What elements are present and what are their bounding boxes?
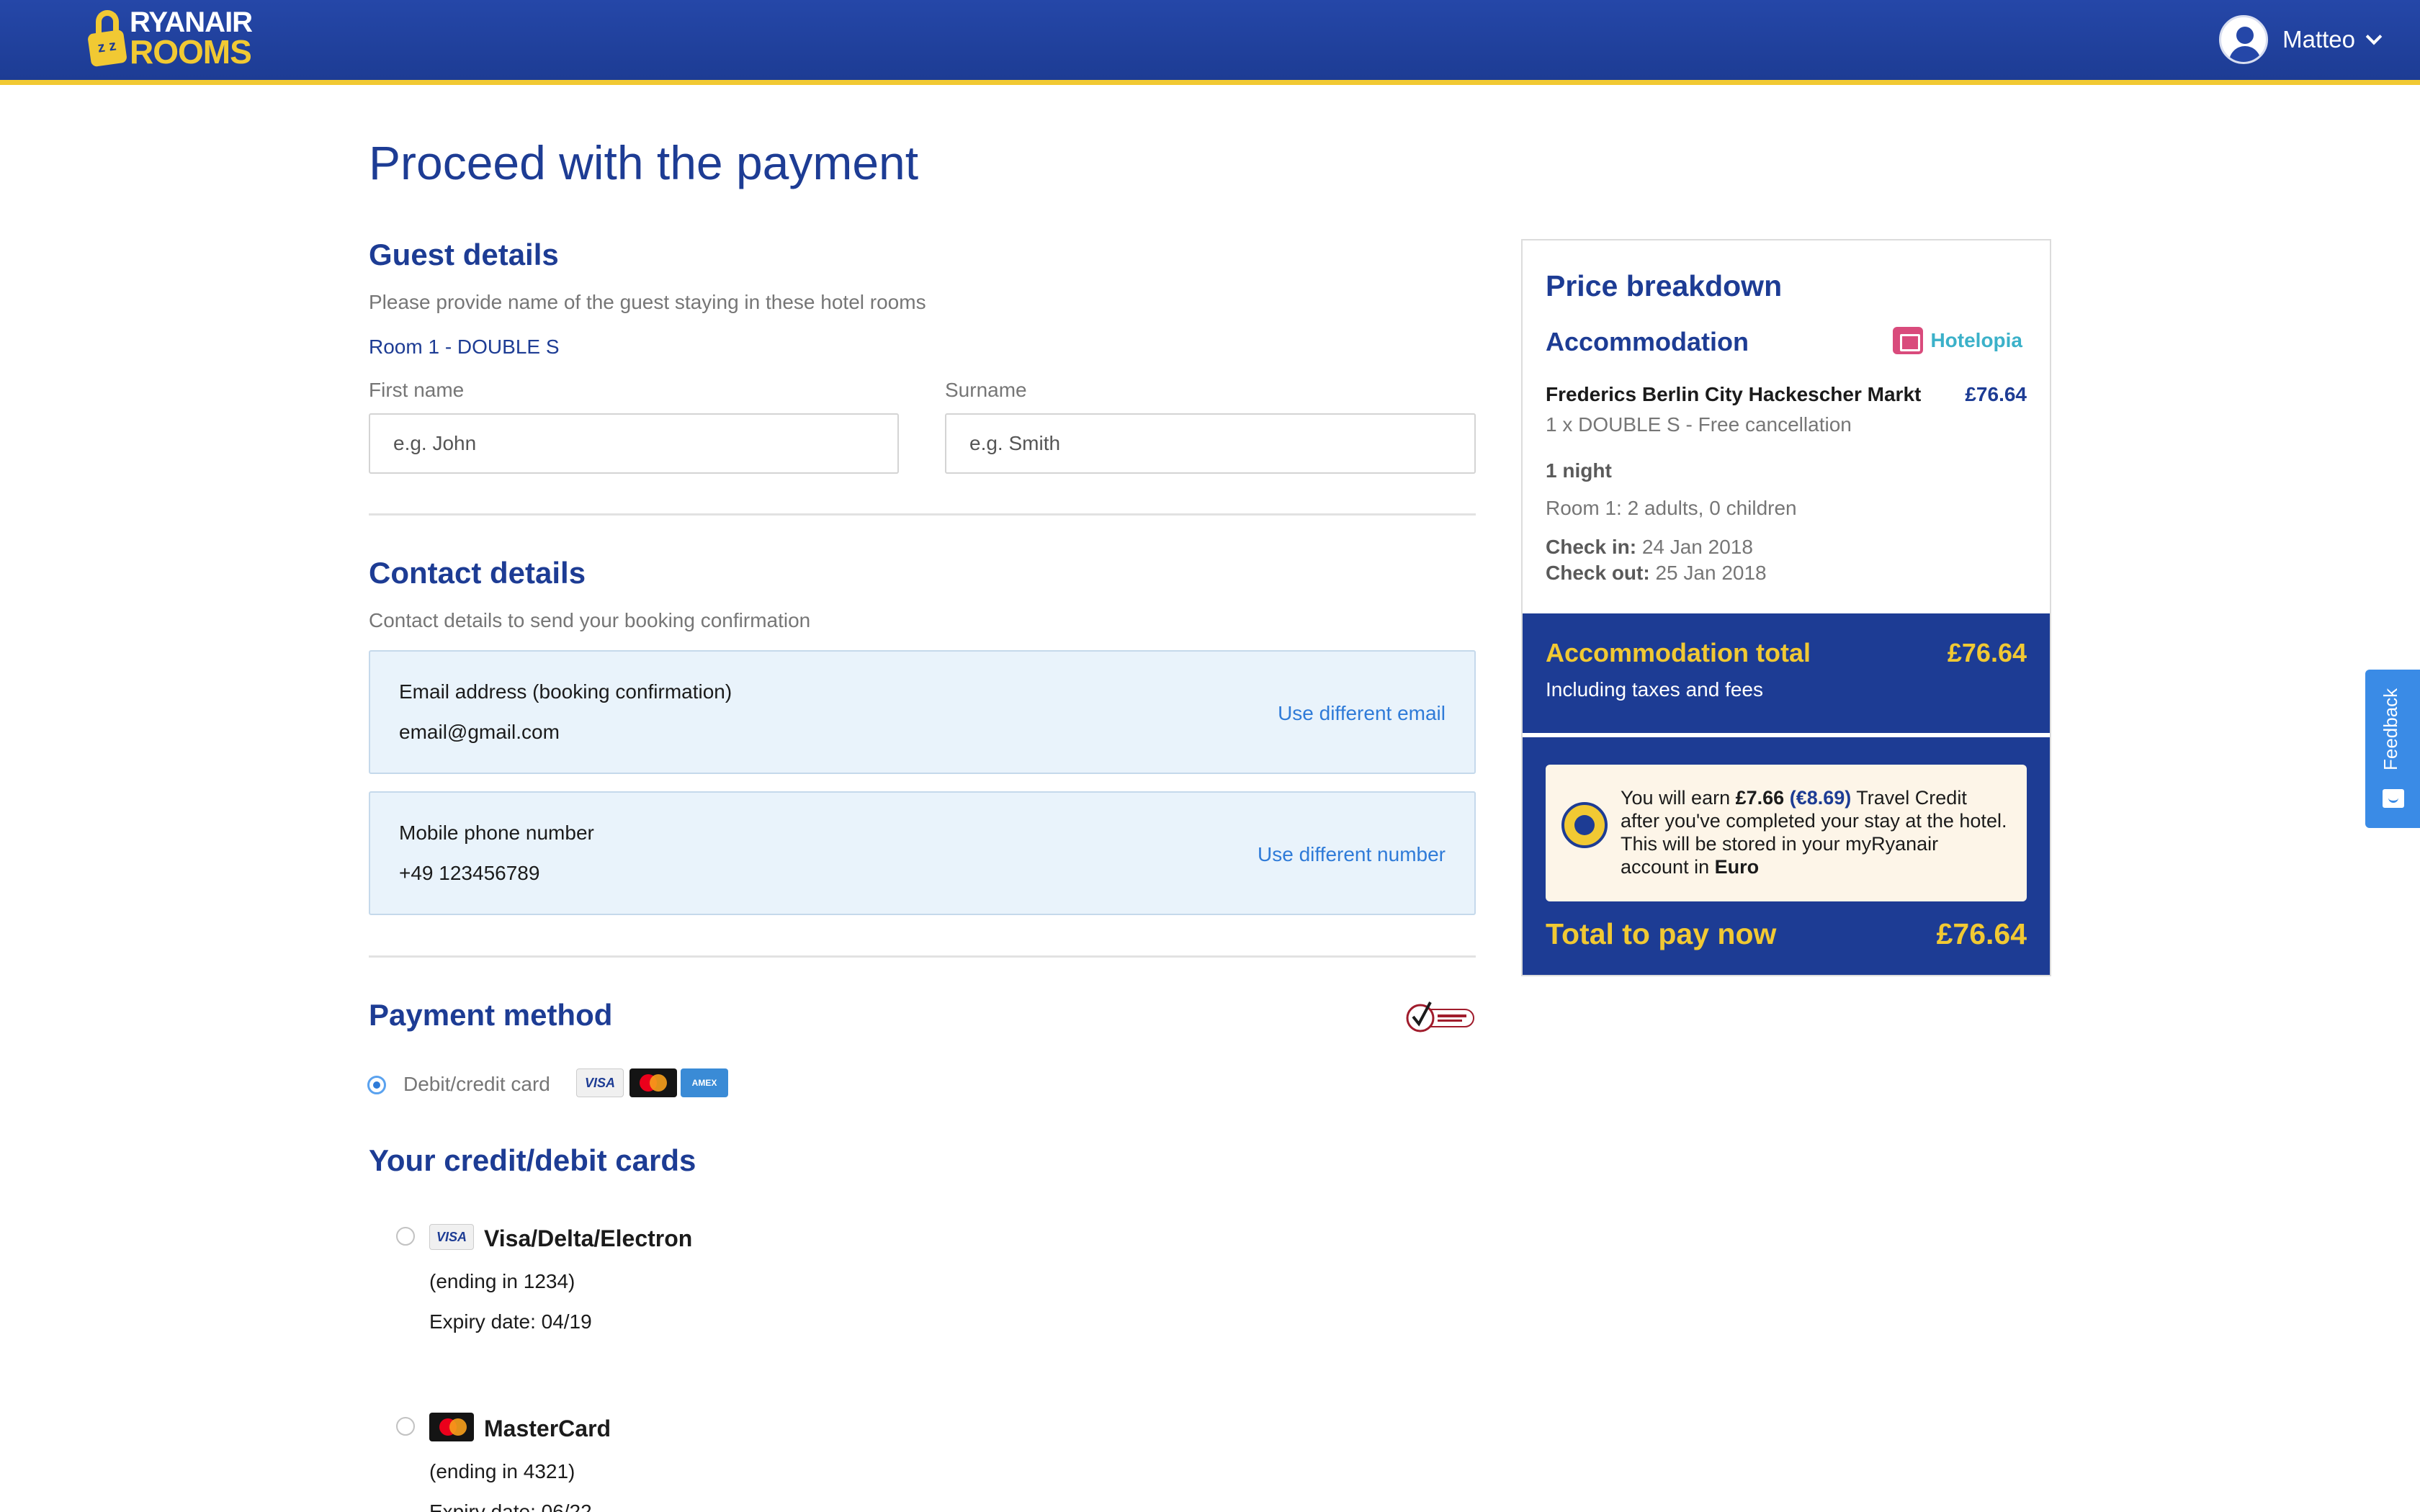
amex-card-icon: AMEX — [681, 1068, 728, 1097]
saved-card-radio-mastercard[interactable] — [396, 1417, 415, 1436]
surname-input[interactable] — [945, 413, 1476, 474]
hotelopia-icon — [1893, 327, 1924, 354]
email-contact-box: Email address (booking confirmation) ema… — [369, 650, 1476, 774]
ryanair-rooms-logo[interactable]: z z RYANAIR ROOMS — [87, 6, 253, 71]
phone-contact-box: Mobile phone number +49 123456789 Use di… — [369, 791, 1476, 915]
price-breakdown-panel: Price breakdown Accommodation Hotelopia … — [1521, 239, 2051, 976]
saved-card-radio-visa[interactable] — [396, 1227, 415, 1246]
payment-method-heading: Payment method — [369, 998, 613, 1032]
first-name-input[interactable] — [369, 413, 899, 474]
verified-secure-badge-icon — [1406, 1002, 1474, 1032]
user-avatar-icon — [2219, 15, 2269, 64]
feedback-tab[interactable]: Feedback — [2365, 670, 2420, 828]
provider-name: Hotelopia — [1930, 329, 2022, 351]
contact-details-heading: Contact details — [369, 556, 586, 590]
section-divider — [369, 513, 1476, 516]
visa-card-icon: VISA — [576, 1068, 624, 1097]
travel-credit-icon — [1561, 802, 1608, 848]
hotelopia-logo: Hotelopia — [1893, 327, 2022, 354]
check-out-label: Check out: — [1546, 562, 1650, 584]
email-value: email@gmail.com — [399, 721, 560, 743]
debit-credit-card-radio[interactable] — [367, 1076, 386, 1094]
use-different-email-link[interactable]: Use different email — [1278, 702, 1446, 725]
saved-card-expiry: Expiry date: 06/22 — [429, 1500, 592, 1512]
user-name: Matteo — [2282, 26, 2355, 53]
total-to-pay-value: £76.64 — [1936, 917, 2027, 950]
phone-label: Mobile phone number — [399, 822, 594, 844]
visa-card-icon: VISA — [429, 1224, 474, 1250]
first-name-label: First name — [369, 379, 465, 401]
use-different-number-link[interactable]: Use different number — [1258, 843, 1446, 866]
top-navigation-bar: z z RYANAIR ROOMS Matteo — [0, 0, 2420, 85]
room-label: Room 1 - DOUBLE S — [369, 336, 560, 358]
mastercard-card-icon — [629, 1068, 677, 1097]
email-label: Email address (booking confirmation) — [399, 680, 732, 703]
total-block: You will earn £7.66 (€8.69) Travel Credi… — [1523, 737, 2050, 975]
saved-card-expiry: Expiry date: 04/19 — [429, 1310, 592, 1333]
logo-text-rooms: ROOMS — [130, 33, 252, 71]
travel-credit-notice: You will earn £7.66 (€8.69) Travel Credi… — [1546, 765, 2027, 901]
user-menu[interactable]: Matteo — [2219, 14, 2383, 65]
phone-value: +49 123456789 — [399, 862, 540, 884]
accommodation-total-note: Including taxes and fees — [1546, 678, 1763, 701]
surname-label: Surname — [945, 379, 1027, 401]
check-in-date: 24 Jan 2018 — [1641, 536, 1753, 558]
hotel-name: Frederics Berlin City Hackescher Markt — [1546, 383, 1922, 405]
total-to-pay-label: Total to pay now — [1546, 917, 1777, 950]
guest-details-heading: Guest details — [369, 238, 559, 271]
saved-cards-heading: Your credit/debit cards — [369, 1143, 696, 1177]
feedback-label: Feedback — [2380, 688, 2401, 770]
debit-credit-card-label: Debit/credit card — [403, 1073, 550, 1095]
check-in-label: Check in: — [1546, 536, 1637, 558]
check-out: Check out: 25 Jan 2018 — [1546, 562, 1767, 585]
saved-card-name: Visa/Delta/Electron — [484, 1225, 693, 1251]
accommodation-total-block: Accommodation total £76.64 Including tax… — [1523, 613, 2050, 733]
accommodation-total-value: £76.64 — [1947, 638, 2027, 667]
accommodation-heading: Accommodation — [1546, 327, 1749, 356]
accommodation-total-label: Accommodation total — [1546, 638, 1811, 667]
hotel-price: £76.64 — [1965, 383, 2027, 405]
section-divider — [369, 955, 1476, 958]
saved-card-ending: (ending in 4321) — [429, 1460, 575, 1482]
nights-count: 1 night — [1546, 459, 1612, 482]
contact-details-subtitle: Contact details to send your booking con… — [369, 609, 811, 631]
feedback-smiley-icon — [2383, 789, 2404, 808]
price-breakdown-title: Price breakdown — [1546, 269, 1783, 302]
room-description: 1 x DOUBLE S - Free cancellation — [1546, 413, 1852, 436]
occupancy: Room 1: 2 adults, 0 children — [1546, 497, 1797, 519]
saved-card-name: MasterCard — [484, 1416, 611, 1441]
padlock-logo-icon: z z — [87, 10, 127, 68]
mastercard-card-icon — [429, 1413, 474, 1441]
chevron-down-icon — [2365, 28, 2383, 45]
check-in: Check in: 24 Jan 2018 — [1546, 536, 1753, 559]
page-title: Proceed with the payment — [369, 136, 919, 189]
travel-credit-text: You will earn £7.66 (€8.69) Travel Credi… — [1621, 787, 2007, 878]
guest-details-subtitle: Please provide name of the guest staying… — [369, 291, 926, 313]
logo-text-ryanair: RYANAIR — [130, 6, 253, 38]
check-out-date: 25 Jan 2018 — [1655, 562, 1767, 584]
saved-card-ending: (ending in 1234) — [429, 1270, 575, 1292]
